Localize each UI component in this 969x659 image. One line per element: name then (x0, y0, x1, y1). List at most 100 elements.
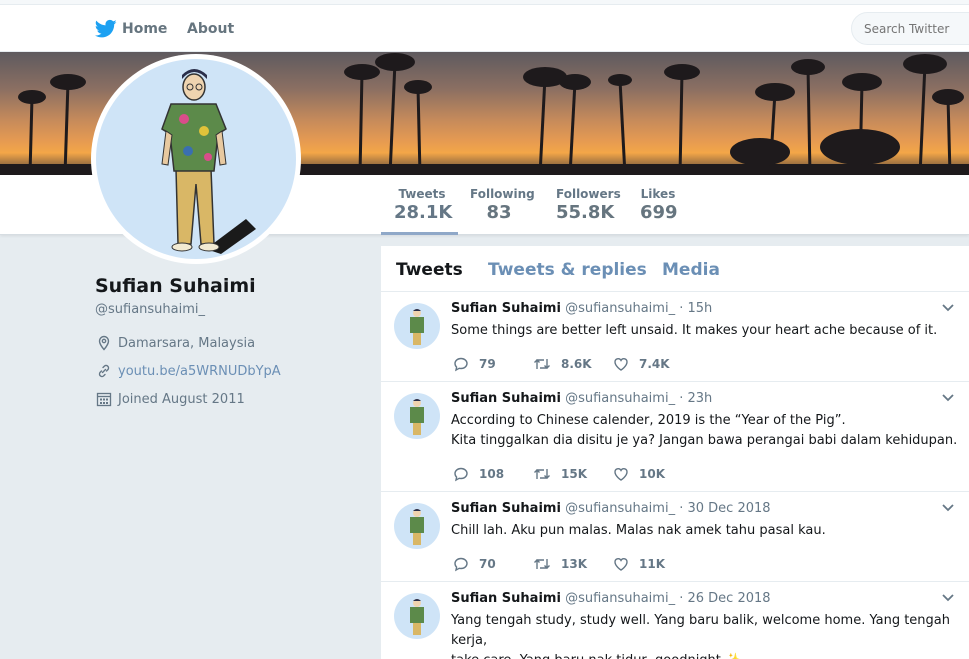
active-stat-underline (381, 232, 458, 235)
tweet-author-name[interactable]: Sufian Suhaimi (451, 501, 561, 516)
tweet-actions: 70 13K 11K (453, 555, 673, 573)
tweet-timestamp[interactable]: · 23h (679, 391, 712, 406)
tweet-author-handle[interactable]: @sufiansuhaimi_ (565, 301, 675, 316)
top-navigation: Home About (0, 0, 969, 52)
profile-avatar[interactable] (91, 54, 301, 264)
profile-handle[interactable]: @sufiansuhaimi_ (95, 302, 205, 317)
chevron-down-icon[interactable] (941, 303, 955, 313)
profile-joined-text: Joined August 2011 (118, 391, 245, 407)
browser-strip (0, 0, 969, 5)
tweet-timestamp[interactable]: · 30 Dec 2018 (679, 501, 770, 516)
reply-button[interactable]: 79 (453, 356, 533, 372)
reply-button[interactable]: 70 (453, 556, 533, 572)
stat-tweets-value: 28.1K (394, 202, 453, 223)
like-icon (614, 358, 628, 371)
tweet-avatar[interactable] (394, 393, 440, 439)
tweet-author-name[interactable]: Sufian Suhaimi (451, 301, 561, 316)
reply-button[interactable]: 108 (453, 466, 533, 482)
calendar-icon (95, 390, 113, 408)
retweet-count: 15K (561, 467, 587, 481)
stat-tweets[interactable]: Tweets 28.1K (394, 187, 453, 223)
profile-name[interactable]: Sufian Suhaimi (95, 275, 256, 297)
retweet-button[interactable]: 8.6K (533, 356, 613, 372)
like-count: 7.4K (639, 357, 670, 371)
tweet-item[interactable]: Sufian Suhaimi @sufiansuhaimi_ · 15h Som… (381, 292, 969, 382)
tweet-avatar[interactable] (394, 593, 440, 639)
search-box[interactable] (851, 12, 969, 45)
tab-tweets[interactable]: Tweets (396, 260, 463, 280)
stat-likes[interactable]: Likes 699 (640, 187, 678, 223)
retweet-button[interactable]: 13K (533, 556, 613, 572)
tab-media[interactable]: Media (662, 260, 720, 280)
stat-following-label: Following (470, 187, 535, 201)
stat-following[interactable]: Following 83 (470, 187, 535, 223)
retweet-button[interactable]: 15K (533, 466, 613, 482)
stat-tweets-label: Tweets (398, 187, 446, 201)
tweet-author-name[interactable]: Sufian Suhaimi (451, 391, 561, 406)
chevron-down-icon[interactable] (941, 593, 955, 603)
tweet-author-handle[interactable]: @sufiansuhaimi_ (565, 591, 675, 606)
profile-website[interactable]: youtu.be/a5WRNUDbYpA (95, 361, 281, 381)
like-icon (614, 468, 628, 481)
tweet-text-line: Kita tinggalkan dia disitu je ya? Jangan… (451, 433, 958, 448)
tweet-header: Sufian Suhaimi @sufiansuhaimi_ · 30 Dec … (451, 501, 771, 516)
tweet-item[interactable]: Sufian Suhaimi @sufiansuhaimi_ · 26 Dec … (381, 582, 969, 659)
profile-location-text: Damarsara, Malaysia (118, 335, 256, 351)
twitter-bird-icon (95, 19, 117, 38)
tweet-text-line: Yang tengah study, study well. Yang baru… (451, 613, 950, 648)
like-button[interactable]: 11K (613, 556, 673, 572)
reply-icon (454, 357, 468, 372)
stat-followers[interactable]: Followers 55.8K (556, 187, 621, 223)
like-icon (614, 558, 628, 571)
nav-home[interactable]: Home (95, 18, 167, 40)
retweet-icon (534, 559, 550, 569)
tweet-item[interactable]: Sufian Suhaimi @sufiansuhaimi_ · 30 Dec … (381, 492, 969, 582)
stat-followers-label: Followers (556, 187, 621, 201)
like-count: 11K (639, 557, 665, 571)
timeline: Tweets Tweets & replies Media Sufian Suh… (381, 246, 969, 659)
avatar-illustration (96, 59, 296, 259)
tweet-avatar[interactable] (394, 503, 440, 549)
tweet-item[interactable]: Sufian Suhaimi @sufiansuhaimi_ · 23h Acc… (381, 382, 969, 492)
stat-likes-value: 699 (640, 202, 678, 223)
link-icon (95, 362, 113, 380)
profile-website-link[interactable]: youtu.be/a5WRNUDbYpA (118, 364, 281, 379)
like-button[interactable]: 7.4K (613, 356, 673, 372)
retweet-count: 8.6K (561, 357, 592, 371)
nav-home-label: Home (122, 21, 168, 37)
tweet-header: Sufian Suhaimi @sufiansuhaimi_ · 23h (451, 391, 712, 406)
reply-count: 79 (479, 357, 496, 371)
nav-about[interactable]: About (187, 18, 234, 40)
tab-tweets-and-replies[interactable]: Tweets & replies (488, 260, 647, 280)
reply-count: 108 (479, 467, 505, 481)
stat-followers-value: 55.8K (556, 202, 615, 223)
tweet-author-handle[interactable]: @sufiansuhaimi_ (565, 391, 675, 406)
tweet-text-line: take care. Yang baru nak tidur, goodnigh… (451, 651, 961, 659)
tweet-text: Chill lah. Aku pun malas. Malas nak amek… (451, 521, 961, 541)
tweet-author-name[interactable]: Sufian Suhaimi (451, 591, 561, 606)
like-button[interactable]: 10K (613, 466, 673, 482)
tweet-timestamp[interactable]: · 15h (679, 301, 712, 316)
profile-location: Damarsara, Malaysia (95, 333, 255, 353)
reply-icon (454, 467, 468, 482)
tweet-text-line: Some things are better left unsaid. It m… (451, 323, 938, 338)
reply-icon (454, 557, 468, 572)
tweet-avatar[interactable] (394, 303, 440, 349)
like-count: 10K (639, 467, 665, 481)
reply-count: 70 (479, 557, 496, 571)
tweet-text-line: According to Chinese calender, 2019 is t… (451, 413, 846, 428)
tweet-author-handle[interactable]: @sufiansuhaimi_ (565, 501, 675, 516)
tweet-actions: 79 8.6K 7.4K (453, 355, 673, 373)
chevron-down-icon[interactable] (941, 503, 955, 513)
retweet-count: 13K (561, 557, 587, 571)
tweet-timestamp[interactable]: · 26 Dec 2018 (679, 591, 770, 606)
nav-about-label: About (187, 21, 235, 37)
tweet-header: Sufian Suhaimi @sufiansuhaimi_ · 15h (451, 301, 712, 316)
profile-joined: Joined August 2011 (95, 389, 245, 409)
tweet-header: Sufian Suhaimi @sufiansuhaimi_ · 26 Dec … (451, 591, 771, 606)
tweet-text: According to Chinese calender, 2019 is t… (451, 411, 961, 451)
search-input[interactable] (852, 13, 967, 44)
stat-following-value: 83 (486, 202, 512, 223)
retweet-icon (534, 469, 550, 479)
chevron-down-icon[interactable] (941, 393, 955, 403)
